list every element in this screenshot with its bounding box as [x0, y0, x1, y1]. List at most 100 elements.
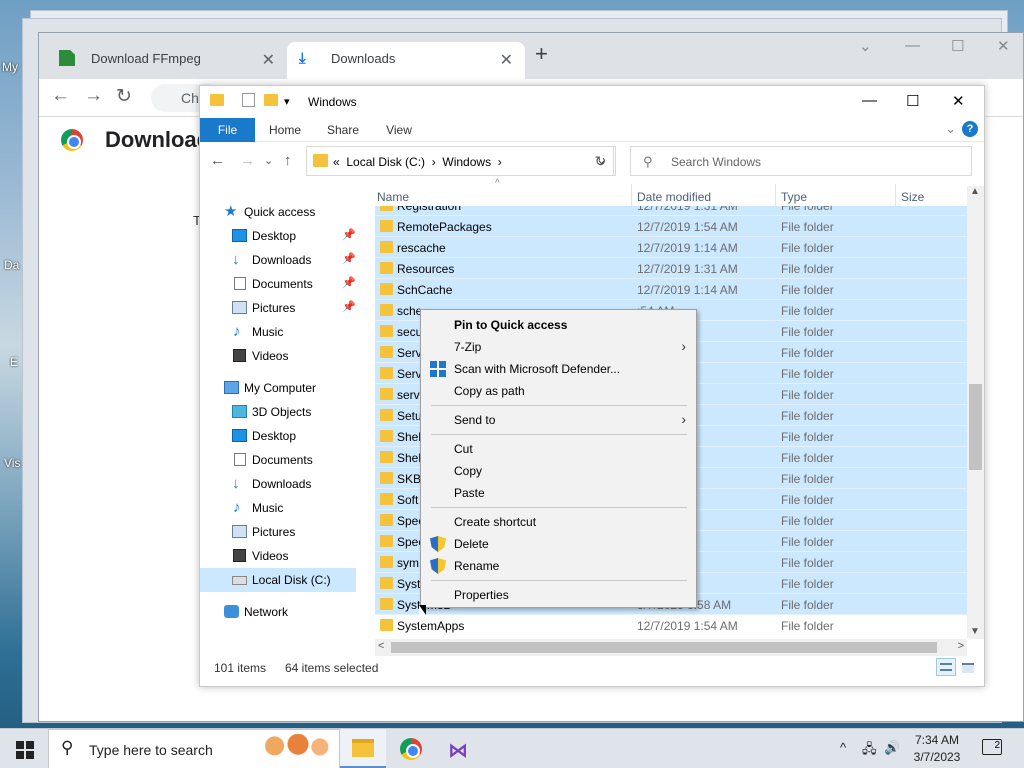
maximize-button[interactable]: ☐ — [951, 37, 964, 55]
menu-item-pin-to-quick-access[interactable]: Pin to Quick access — [421, 314, 696, 336]
taskbar-file-explorer[interactable] — [340, 729, 386, 768]
sidebar-item-documents[interactable]: Documents — [200, 448, 356, 472]
menu-item-copy[interactable]: Copy — [421, 460, 696, 482]
menu-item-create-shortcut[interactable]: Create shortcut — [421, 511, 696, 533]
minimize-button[interactable]: — — [905, 37, 920, 54]
quick-access-toolbar-dropdown-icon[interactable]: ▾ — [284, 95, 290, 108]
sidebar-item-my-computer[interactable]: My Computer — [200, 376, 356, 400]
scroll-thumb[interactable] — [391, 642, 937, 653]
column-divider[interactable] — [631, 184, 632, 208]
breadcrumb-separator[interactable]: › — [498, 155, 502, 169]
table-row[interactable]: RemotePackages 12/7/2019 1:54 AM File fold… — [375, 216, 967, 237]
search-placeholder: Type here to search — [89, 742, 213, 758]
sidebar-item-pictures[interactable]: Pictures 📌 — [200, 296, 356, 320]
back-button[interactable]: ← — [51, 85, 70, 107]
vertical-scrollbar[interactable]: ▲ ▼ — [967, 186, 984, 639]
sidebar-item-videos[interactable]: Videos — [200, 344, 356, 368]
maximize-button[interactable]: ☐ — [906, 92, 919, 110]
taskbar-visual-studio[interactable]: ⋈ — [436, 729, 482, 768]
sidebar-item-desktop[interactable]: Desktop — [200, 424, 356, 448]
breadcrumb-windows[interactable]: Windows — [442, 155, 491, 169]
expand-ribbon-icon[interactable]: ⌄ — [945, 121, 956, 137]
sidebar-item-quick-access[interactable]: ★ Quick access — [200, 200, 356, 224]
menu-item-cut[interactable]: Cut — [421, 438, 696, 460]
network-icon[interactable]: 🖧 — [862, 740, 877, 762]
details-view-button[interactable] — [936, 658, 956, 676]
up-button[interactable]: ↑ — [284, 152, 292, 169]
clock[interactable]: 7:34 AM 3/7/2023 — [910, 732, 964, 766]
column-header-date-modified[interactable]: Date modified — [637, 190, 711, 204]
refresh-button[interactable]: ↻ — [588, 146, 614, 176]
sidebar-item-network[interactable]: Network — [200, 600, 356, 624]
large-icons-view-button[interactable] — [958, 658, 978, 676]
scroll-thumb[interactable] — [969, 384, 982, 470]
menu-item-send-to[interactable]: Send to › — [421, 409, 696, 431]
scroll-left-icon[interactable]: < — [378, 640, 384, 652]
tab-search-dropdown-icon[interactable]: ⌄ — [859, 37, 872, 55]
sidebar-item-3d-objects[interactable]: 3D Objects — [200, 400, 356, 424]
horizontal-scrollbar[interactable]: < > — [375, 639, 967, 656]
table-row[interactable]: Registration 12/7/2019 1:31 AM File folder — [375, 206, 967, 216]
notification-center-icon[interactable]: 2 — [982, 739, 1002, 755]
column-header-size[interactable]: Size — [901, 190, 924, 204]
breadcrumb-overflow[interactable]: « — [333, 155, 340, 169]
close-button[interactable]: ✕ — [952, 92, 965, 110]
desktop-icon — [232, 229, 247, 242]
column-header-name[interactable]: Name — [377, 190, 409, 204]
menu-item-delete[interactable]: Delete — [421, 533, 696, 555]
tab-share[interactable]: Share — [320, 118, 366, 142]
address-bar[interactable]: « Local Disk (C:) › Windows › ⌄ — [306, 146, 616, 176]
scroll-down-icon[interactable]: ▼ — [970, 626, 980, 637]
tab-home[interactable]: Home — [262, 118, 308, 142]
menu-item-paste[interactable]: Paste — [421, 482, 696, 504]
tab-view[interactable]: View — [376, 118, 422, 142]
table-row[interactable]: SchCache 12/7/2019 1:14 AM File folder — [375, 279, 967, 300]
scroll-up-icon[interactable]: ▲ — [970, 186, 980, 197]
sidebar-item-downloads[interactable]: ↓ Downloads 📌 — [200, 248, 356, 272]
table-row[interactable]: Resources 12/7/2019 1:31 AM File folder — [375, 258, 967, 279]
tab-downloads[interactable]: ⤓ Downloads ✕ — [287, 42, 525, 79]
tab-download-ffmpeg[interactable]: Download FFmpeg ✕ — [47, 42, 287, 79]
menu-item-copy-as-path[interactable]: Copy as path — [421, 380, 696, 402]
forward-button[interactable]: → — [240, 152, 255, 169]
menu-item-rename[interactable]: Rename — [421, 555, 696, 577]
menu-item-properties[interactable]: Properties — [421, 584, 696, 606]
back-button[interactable]: ← — [210, 152, 225, 169]
tab-file[interactable]: File — [200, 118, 255, 142]
close-tab-icon[interactable]: ✕ — [500, 50, 513, 70]
forward-button[interactable]: → — [84, 85, 103, 107]
recent-locations-icon[interactable]: ⌄ — [264, 154, 273, 167]
breadcrumb-separator[interactable]: › — [432, 155, 436, 169]
sidebar-item-downloads[interactable]: ↓ Downloads — [200, 472, 356, 496]
reload-button[interactable]: ↻ — [116, 85, 132, 108]
column-divider[interactable] — [775, 184, 776, 208]
sidebar-item-documents[interactable]: Documents 📌 — [200, 272, 356, 296]
menu-item-7zip[interactable]: 7-Zip › — [421, 336, 696, 358]
search-input[interactable]: ⚲ Search Windows — [630, 146, 972, 176]
minimize-button[interactable]: — — [862, 92, 877, 109]
properties-icon[interactable] — [242, 93, 255, 107]
volume-icon[interactable]: 🔊 — [884, 740, 900, 756]
show-hidden-icons-icon[interactable]: ^ — [840, 740, 846, 755]
close-button[interactable]: ✕ — [997, 37, 1010, 55]
new-folder-icon[interactable] — [264, 94, 278, 106]
taskbar-chrome[interactable] — [388, 729, 434, 768]
table-row[interactable]: SystemApps 12/7/2019 1:54 AM File folder — [375, 615, 967, 636]
help-icon[interactable]: ? — [962, 121, 978, 137]
table-row[interactable]: rescache 12/7/2019 1:14 AM File folder — [375, 237, 967, 258]
sidebar-item-music[interactable]: ♪ Music — [200, 496, 356, 520]
column-divider[interactable] — [895, 184, 896, 208]
taskbar-search-input[interactable]: ⚲ Type here to search — [48, 729, 340, 768]
breadcrumb-local-disk[interactable]: Local Disk (C:) — [346, 155, 425, 169]
start-button[interactable] — [16, 741, 34, 759]
close-tab-icon[interactable]: ✕ — [262, 50, 275, 70]
sidebar-item-local-disk[interactable]: Local Disk (C:) — [200, 568, 356, 592]
sidebar-item-pictures[interactable]: Pictures — [200, 520, 356, 544]
new-tab-button[interactable]: + — [535, 41, 548, 67]
sidebar-item-music[interactable]: ♪ Music — [200, 320, 356, 344]
scroll-right-icon[interactable]: > — [958, 640, 964, 652]
sidebar-item-desktop[interactable]: Desktop 📌 — [200, 224, 356, 248]
menu-item-scan-defender[interactable]: Scan with Microsoft Defender... — [421, 358, 696, 380]
sidebar-item-videos[interactable]: Videos — [200, 544, 356, 568]
column-header-type[interactable]: Type — [781, 190, 807, 204]
